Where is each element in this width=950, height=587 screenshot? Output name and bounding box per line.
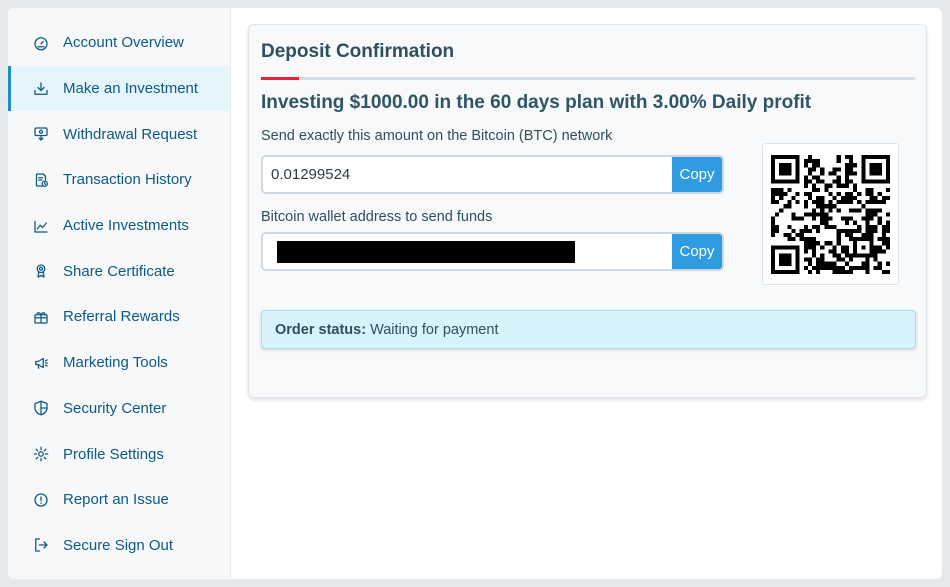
sidebar-item-marketing-tools[interactable]: Marketing Tools — [8, 340, 230, 386]
order-status-alert: Order status: Waiting for payment — [261, 310, 916, 349]
sidebar-item-label: Withdrawal Request — [63, 125, 198, 143]
sidebar-item-label: Security Center — [63, 399, 167, 417]
award-icon — [32, 262, 50, 280]
sidebar-item-label: Referral Rewards — [63, 308, 180, 326]
sidebar-item-label: Active Investments — [63, 217, 189, 235]
copy-address-button[interactable]: Copy — [672, 234, 722, 269]
address-input-group: Copy — [261, 232, 724, 271]
address-label: Bitcoin wallet address to send funds — [261, 209, 493, 225]
sidebar-item-label: Make an Investment — [63, 80, 199, 98]
sidebar-item-profile-settings[interactable]: Profile Settings — [8, 431, 230, 477]
sign-out-icon — [32, 536, 50, 554]
plan-heading: Investing $1000.00 in the 60 days plan w… — [261, 92, 812, 113]
sidebar-item-label: Secure Sign Out — [63, 536, 174, 554]
gear-icon — [32, 445, 50, 463]
sidebar-item-account-overview[interactable]: Account Overview — [8, 20, 230, 66]
title-divider — [261, 77, 915, 80]
amount-field[interactable]: 0.01299524 — [263, 157, 672, 192]
sidebar-item-make-investment[interactable]: Make an Investment — [8, 65, 230, 112]
copy-amount-button[interactable]: Copy — [672, 157, 722, 192]
sidebar-item-label: Share Certificate — [63, 262, 175, 280]
sidebar-item-label: Account Overview — [63, 34, 184, 52]
amount-label: Send exactly this amount on the Bitcoin … — [261, 128, 613, 144]
withdraw-icon — [32, 125, 50, 143]
qr-code — [762, 143, 899, 285]
sidebar-item-withdrawal-request[interactable]: Withdrawal Request — [8, 111, 230, 157]
gauge-icon — [32, 34, 50, 52]
alert-circle-icon — [32, 491, 50, 509]
sidebar-item-sign-out[interactable]: Secure Sign Out — [8, 523, 230, 569]
card-title: Deposit Confirmation — [261, 41, 455, 62]
shield-icon — [32, 399, 50, 417]
title-divider-accent — [261, 77, 299, 80]
app-frame: Account Overview Make an Investment With… — [8, 8, 942, 579]
sidebar-item-share-certificate[interactable]: Share Certificate — [8, 248, 230, 294]
sidebar: Account Overview Make an Investment With… — [8, 8, 231, 579]
sidebar-item-transaction-history[interactable]: Transaction History — [8, 157, 230, 203]
qr-code-image — [771, 154, 890, 274]
sidebar-item-referral-rewards[interactable]: Referral Rewards — [8, 294, 230, 340]
download-tray-icon — [32, 80, 50, 98]
order-status-label: Order status: — [275, 321, 367, 338]
sidebar-item-label: Report an Issue — [63, 491, 169, 509]
sidebar-item-label: Marketing Tools — [63, 354, 168, 372]
sidebar-item-active-investments[interactable]: Active Investments — [8, 203, 230, 249]
order-status-value: Waiting for payment — [370, 321, 499, 338]
deposit-confirmation-card: Deposit Confirmation Investing $1000.00 … — [248, 24, 927, 398]
sidebar-item-label: Transaction History — [63, 171, 192, 189]
sidebar-item-security-center[interactable]: Security Center — [8, 386, 230, 432]
sidebar-item-label: Profile Settings — [63, 445, 164, 463]
redacted-address — [277, 240, 575, 263]
megaphone-icon — [32, 354, 50, 372]
history-doc-icon — [32, 171, 50, 189]
wallet-address-field[interactable] — [263, 234, 672, 269]
chart-hand-icon — [32, 217, 50, 235]
sidebar-item-report-issue[interactable]: Report an Issue — [8, 477, 230, 523]
amount-input-group: 0.01299524 Copy — [261, 155, 724, 194]
gift-icon — [32, 308, 50, 326]
